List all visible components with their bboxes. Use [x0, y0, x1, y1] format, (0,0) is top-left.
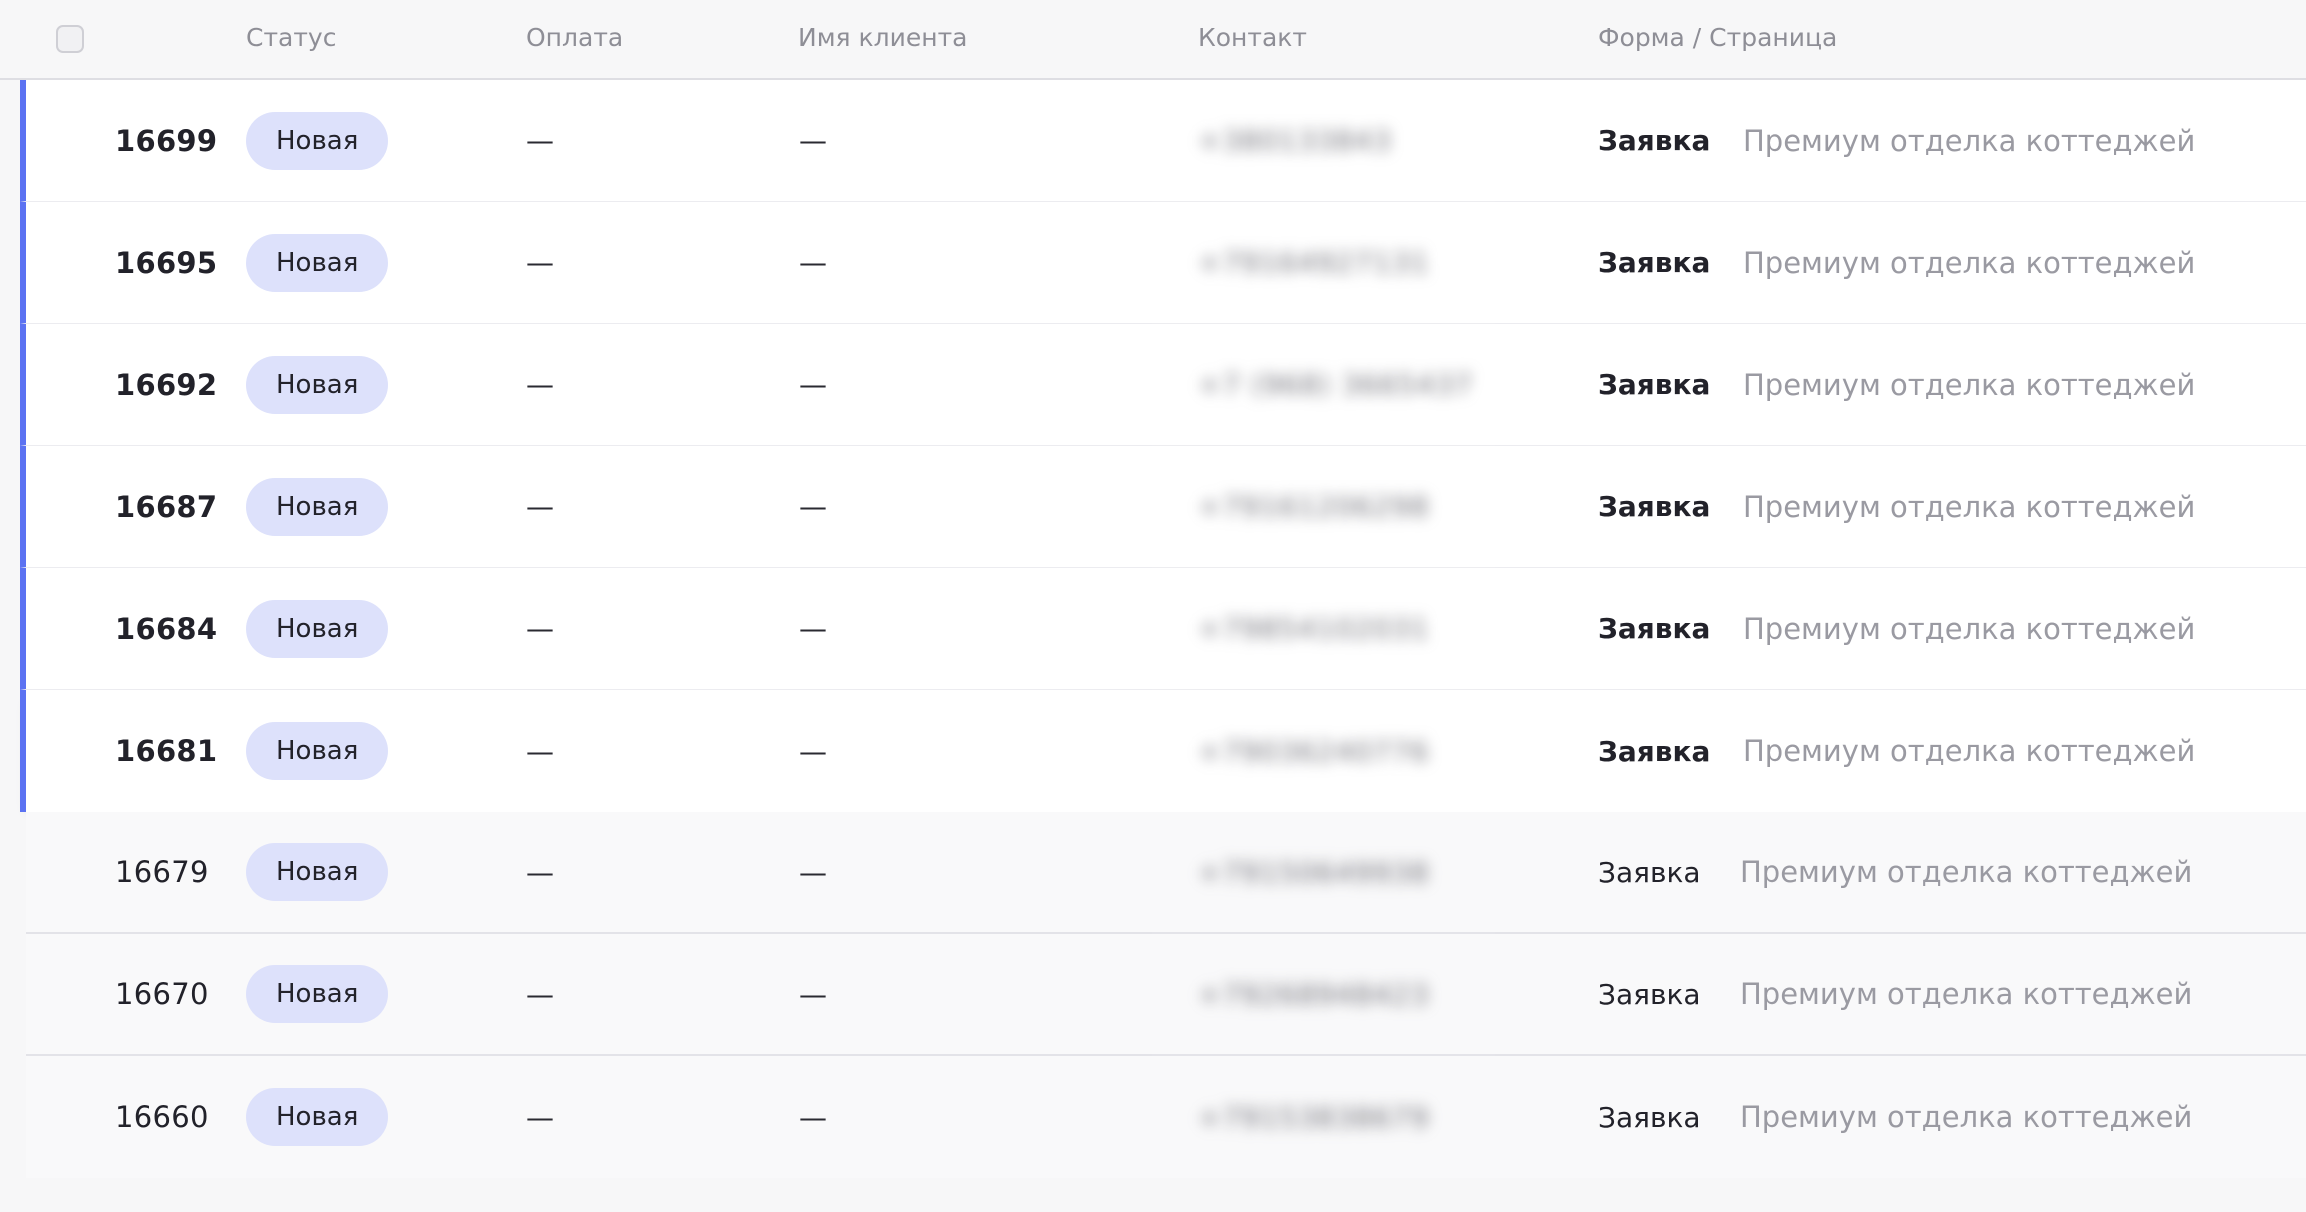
- client-name-value: —: [799, 490, 827, 523]
- client-name-value: —: [799, 124, 827, 157]
- page-name: Премиум отделка коттеджей: [1743, 734, 2196, 768]
- contact-value: +79161206298: [1198, 490, 1430, 523]
- table-row[interactable]: 16687 Новая — — +79161206298 Заявка Прем…: [20, 446, 2306, 568]
- order-id: 16681: [115, 734, 218, 768]
- table-row[interactable]: 16692 Новая — — +7 (968) 3665437 Заявка …: [20, 324, 2306, 446]
- order-id: 16670: [115, 977, 209, 1011]
- order-id: 16692: [115, 367, 218, 402]
- order-id: 16679: [115, 855, 209, 889]
- status-badge[interactable]: Новая: [246, 111, 389, 170]
- status-badge[interactable]: Новая: [246, 843, 389, 901]
- client-name-value: —: [799, 734, 827, 768]
- status-badge[interactable]: Новая: [246, 599, 389, 658]
- form-name: Заявка: [1598, 246, 1711, 279]
- contact-value: +79164927131: [1198, 246, 1430, 279]
- contact-value: +79153838679: [1198, 1100, 1430, 1134]
- client-name-value: —: [799, 1100, 827, 1134]
- page-name: Премиум отделка коттеджей: [1743, 245, 2196, 280]
- page-name: Премиум отделка коттеджей: [1743, 123, 2196, 158]
- column-header-status[interactable]: Статус: [246, 23, 336, 52]
- order-id: 16687: [115, 489, 218, 524]
- payment-value: —: [526, 490, 554, 523]
- select-all-checkbox[interactable]: [56, 25, 84, 53]
- column-header-payment[interactable]: Оплата: [526, 23, 623, 52]
- page-name: Премиум отделка коттеджей: [1740, 977, 2193, 1011]
- contact-value: +79036240776: [1198, 734, 1430, 768]
- status-badge[interactable]: Новая: [246, 355, 389, 414]
- payment-value: —: [526, 246, 554, 279]
- contact-value: +7 (968) 3665437: [1198, 368, 1474, 401]
- table-row[interactable]: 16670 Новая — — +79268948423 Заявка Прем…: [26, 934, 2306, 1056]
- form-name: Заявка: [1598, 855, 1701, 889]
- order-id: 16695: [115, 245, 218, 280]
- contact-value: +79268948423: [1198, 977, 1430, 1011]
- table-row[interactable]: 16695 Новая — — +79164927131 Заявка Прем…: [20, 202, 2306, 324]
- status-badge[interactable]: Новая: [246, 965, 389, 1023]
- client-name-value: —: [799, 855, 827, 889]
- table-row[interactable]: 16699 Новая — — +380133843 Заявка Премиу…: [20, 80, 2306, 202]
- page-name: Премиум отделка коттеджей: [1740, 855, 2193, 889]
- form-name: Заявка: [1598, 734, 1711, 768]
- status-badge[interactable]: Новая: [246, 722, 389, 780]
- client-name-value: —: [799, 246, 827, 279]
- table-header: Статус Оплата Имя клиента Контакт Форма …: [0, 0, 2306, 80]
- form-name: Заявка: [1598, 1100, 1701, 1134]
- payment-value: —: [526, 1100, 554, 1134]
- contact-value: +380133843: [1198, 124, 1392, 157]
- contact-value: +79150649938: [1198, 855, 1430, 889]
- form-name: Заявка: [1598, 368, 1711, 401]
- column-header-contact[interactable]: Контакт: [1198, 23, 1307, 52]
- status-badge[interactable]: Новая: [246, 233, 389, 292]
- payment-value: —: [526, 124, 554, 157]
- client-name-value: —: [799, 368, 827, 401]
- table-row[interactable]: 16679 Новая — — +79150649938 Заявка Прем…: [26, 812, 2306, 934]
- table-row[interactable]: 16684 Новая — — +79854102031 Заявка Прем…: [20, 568, 2306, 690]
- orders-table: Статус Оплата Имя клиента Контакт Форма …: [0, 0, 2306, 1212]
- form-name: Заявка: [1598, 124, 1711, 157]
- payment-value: —: [526, 977, 554, 1011]
- page-name: Премиум отделка коттеджей: [1743, 489, 2196, 524]
- form-name: Заявка: [1598, 490, 1711, 523]
- status-badge[interactable]: Новая: [246, 1088, 389, 1146]
- table-row[interactable]: 16681 Новая — — +79036240776 Заявка Прем…: [20, 690, 2306, 812]
- column-header-client-name[interactable]: Имя клиента: [798, 23, 967, 52]
- form-name: Заявка: [1598, 612, 1711, 645]
- contact-value: +79854102031: [1198, 612, 1430, 645]
- status-badge[interactable]: Новая: [246, 477, 389, 536]
- payment-value: —: [526, 734, 554, 768]
- payment-value: —: [526, 368, 554, 401]
- client-name-value: —: [799, 977, 827, 1011]
- table-body: 16699 Новая — — +380133843 Заявка Премиу…: [0, 80, 2306, 1178]
- form-name: Заявка: [1598, 977, 1701, 1011]
- order-id: 16699: [115, 123, 218, 158]
- page-name: Премиум отделка коттеджей: [1743, 611, 2196, 646]
- order-id: 16660: [115, 1100, 209, 1134]
- page-name: Премиум отделка коттеджей: [1743, 367, 2196, 402]
- order-id: 16684: [115, 611, 218, 646]
- page-name: Премиум отделка коттеджей: [1740, 1100, 2193, 1134]
- payment-value: —: [526, 612, 554, 645]
- client-name-value: —: [799, 612, 827, 645]
- table-row[interactable]: 16660 Новая — — +79153838679 Заявка Прем…: [26, 1056, 2306, 1178]
- payment-value: —: [526, 855, 554, 889]
- column-header-form-page[interactable]: Форма / Страница: [1598, 23, 1837, 52]
